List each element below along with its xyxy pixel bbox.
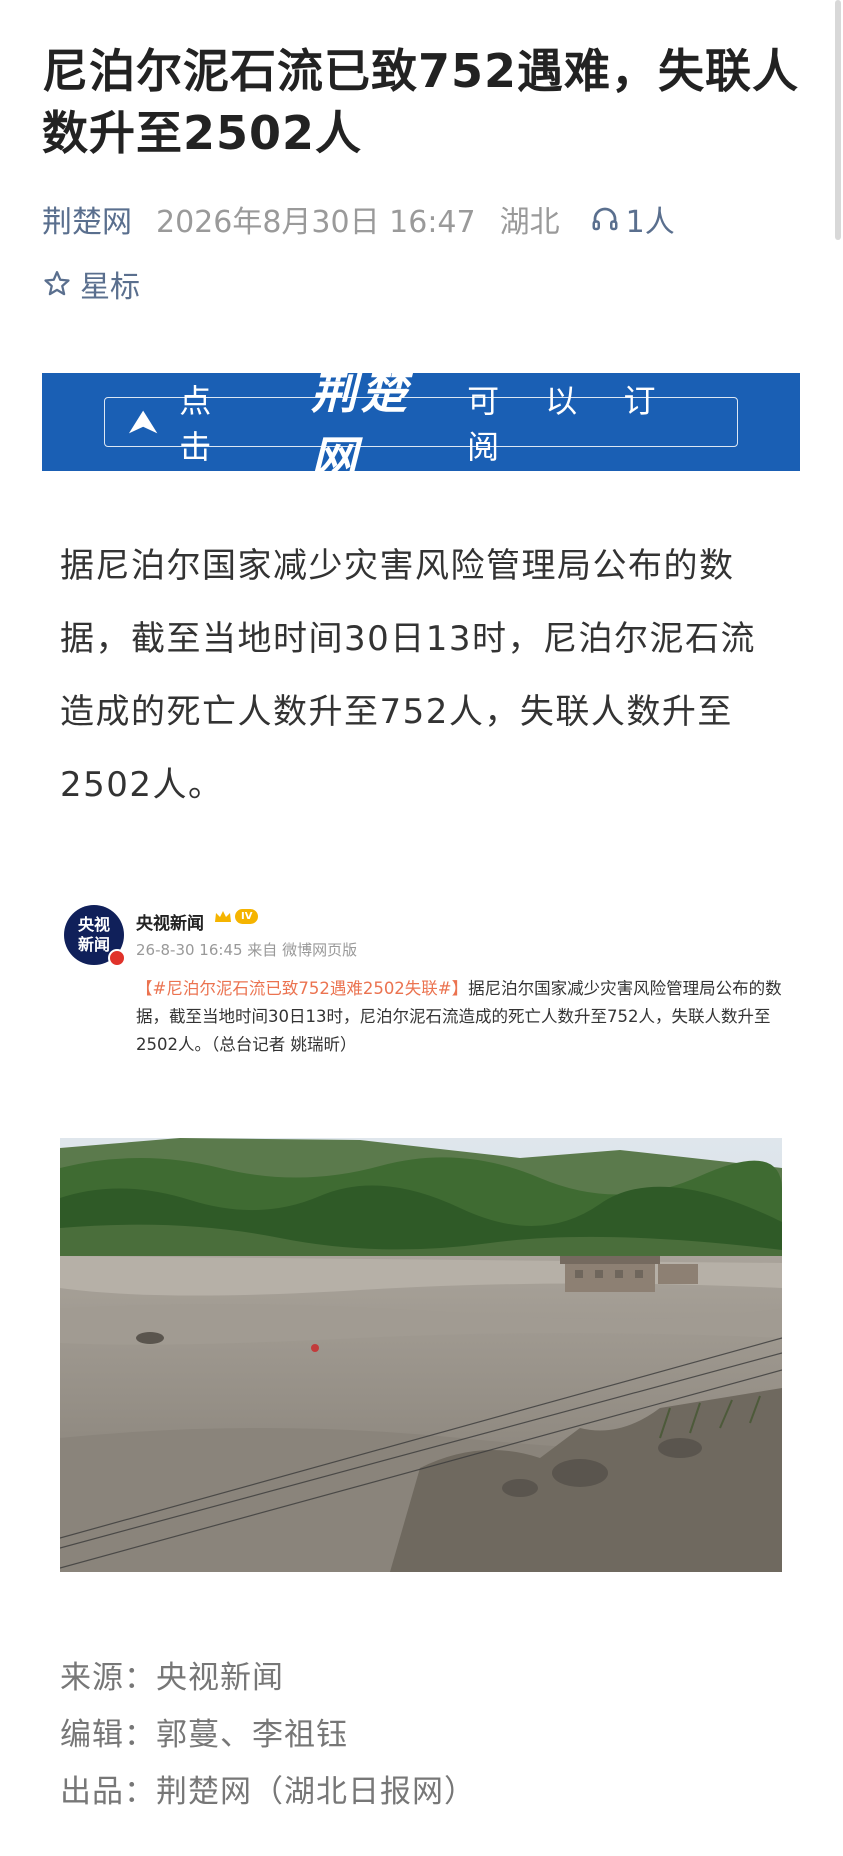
verified-badge-icon bbox=[108, 949, 126, 967]
banner-text-subscribe: 可 以 订 阅 bbox=[467, 382, 674, 466]
footer-editor: 编辑：郭蔓、李祖钰 bbox=[60, 1717, 348, 1753]
subscribe-banner[interactable]: 点 击 荆楚网 可 以 订 阅 bbox=[42, 365, 800, 485]
article-paragraph: 据尼泊尔国家减少灾害风险管理局公布的数据，截至当地时间30日13时，尼泊尔泥石流… bbox=[60, 546, 757, 805]
footer-source: 来源：央视新闻 bbox=[60, 1660, 284, 1696]
article-footer: 来源：央视新闻 编辑：郭蔓、李祖钰 出品：荆楚网（湖北日报网） bbox=[60, 1650, 476, 1821]
headphone-icon bbox=[592, 207, 618, 231]
banner-text-click: 点 击 bbox=[179, 382, 230, 466]
publish-datetime: 2026年8月30日 16:47 bbox=[156, 205, 476, 240]
subscribe-banner-frame: 点 击 荆楚网 可 以 订 阅 bbox=[104, 365, 738, 485]
banner-brand-logo: 荆楚网 bbox=[310, 365, 411, 485]
star-outline-icon bbox=[44, 271, 70, 296]
region-label: 湖北 bbox=[499, 205, 560, 240]
avatar[interactable]: 央视 新闻 bbox=[64, 905, 126, 967]
weibo-embed: 央视 新闻 央视新闻 IV 26-8-30 16:45 来自 微博网页版 【#尼… bbox=[60, 905, 790, 1065]
page-scrollbar[interactable] bbox=[835, 0, 841, 240]
star-button[interactable]: 星标 bbox=[42, 262, 140, 306]
mudslide-photo-illustration bbox=[60, 1138, 782, 1572]
crown-icon bbox=[215, 911, 231, 922]
article-meta: 荆楚网 2026年8月30日 16:47 湖北 1人 bbox=[42, 198, 675, 240]
mudslide-photo bbox=[60, 1138, 782, 1572]
level-badge: IV bbox=[235, 909, 259, 924]
weibo-hashtag[interactable]: 【#尼泊尔泥石流已致752遇难2502失联#】 bbox=[136, 979, 468, 998]
listener-count: 1人 bbox=[625, 205, 675, 240]
triangle-arrow-icon bbox=[128, 410, 158, 434]
listen-button[interactable]: 1人 bbox=[590, 197, 675, 241]
avatar-text-top: 央视 bbox=[77, 915, 110, 934]
weibo-post-text: 【#尼泊尔泥石流已致752遇难2502失联#】据尼泊尔国家减少灾害风险管理局公布… bbox=[136, 975, 786, 1059]
weibo-account-name[interactable]: 央视新闻 bbox=[136, 909, 204, 934]
source-link[interactable]: 荆楚网 bbox=[42, 197, 132, 241]
weibo-post-time: 26-8-30 16:45 来自 微博网页版 bbox=[136, 941, 358, 959]
footer-producer: 出品：荆楚网（湖北日报网） bbox=[60, 1774, 476, 1810]
weibo-badges: IV bbox=[214, 909, 259, 924]
article-title: 尼泊尔泥石流已致752遇难，失联人数升至2502人 bbox=[42, 44, 800, 160]
star-label: 星标 bbox=[80, 270, 140, 305]
